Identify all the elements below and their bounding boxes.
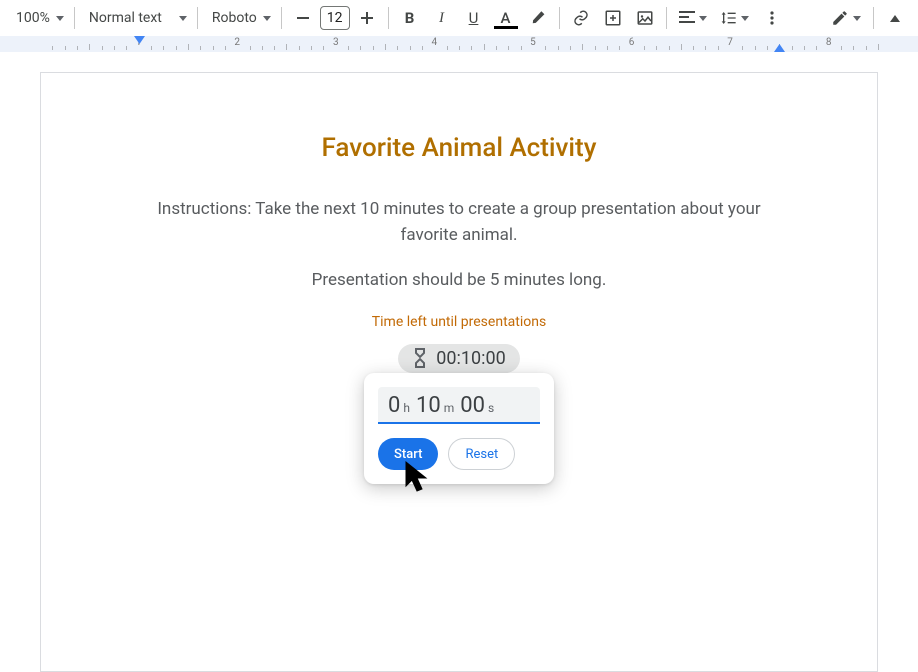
timer-chip-time: 00:10:00: [436, 348, 505, 369]
timer-minutes: 10: [416, 393, 441, 418]
timer-buttons: Start Reset: [378, 438, 540, 470]
ruler-label: 2: [234, 37, 240, 48]
line-spacing-dropdown[interactable]: [715, 4, 755, 32]
chevron-down-icon: [179, 16, 187, 21]
ruler-label: 5: [530, 37, 536, 48]
timer-popover: 0h 10m 00s Start Reset: [364, 373, 554, 484]
bold-button[interactable]: B: [395, 4, 425, 32]
plus-icon: [361, 12, 373, 24]
timer-seconds: 00: [460, 393, 485, 418]
image-icon: [636, 9, 654, 27]
document-body-line-2[interactable]: Presentation should be 5 minutes long.: [111, 268, 807, 294]
link-icon: [572, 9, 590, 27]
text-color-button[interactable]: A: [491, 4, 521, 32]
start-button[interactable]: Start: [378, 438, 438, 470]
decrease-font-size-button[interactable]: [288, 4, 318, 32]
add-comment-button[interactable]: [598, 4, 628, 32]
document-title[interactable]: Favorite Animal Activity: [111, 133, 807, 163]
document-body-line-1[interactable]: Instructions: Take the next 10 minutes t…: [139, 197, 779, 248]
chevron-up-icon: [890, 15, 900, 22]
insert-link-button[interactable]: [566, 4, 596, 32]
editing-mode-dropdown[interactable]: [825, 4, 867, 32]
separator: [873, 7, 874, 29]
reset-button-label: Reset: [465, 447, 498, 462]
left-indent-marker[interactable]: [134, 36, 145, 44]
ruler-label: 8: [826, 37, 832, 48]
more-toolbar-button[interactable]: [757, 4, 787, 32]
seconds-unit: s: [488, 401, 494, 415]
start-button-label: Start: [394, 447, 422, 462]
align-left-icon: [679, 11, 695, 25]
separator: [559, 7, 560, 29]
document-subtitle[interactable]: Time left until presentations: [111, 314, 807, 330]
collapse-toolbar-button[interactable]: [880, 4, 910, 32]
ruler-label: 6: [629, 37, 635, 48]
hourglass-icon: [412, 348, 428, 368]
separator: [666, 7, 667, 29]
toolbar: 100% Normal text Roboto 12 B I U A: [0, 0, 918, 36]
font-dropdown[interactable]: Roboto: [204, 4, 275, 32]
comment-add-icon: [604, 9, 622, 27]
timer-chip[interactable]: 00:10:00: [398, 344, 519, 373]
italic-button[interactable]: I: [427, 4, 457, 32]
font-size-value: 12: [327, 10, 343, 26]
chevron-down-icon: [699, 16, 707, 21]
chevron-down-icon: [263, 16, 271, 21]
underline-button[interactable]: U: [459, 4, 489, 32]
separator: [197, 7, 198, 29]
chevron-down-icon: [853, 16, 861, 21]
zoom-value: 100%: [14, 10, 52, 26]
highlighter-icon: [529, 9, 547, 27]
chevron-down-icon: [741, 16, 749, 21]
separator: [281, 7, 282, 29]
increase-font-size-button[interactable]: [352, 4, 382, 32]
font-value: Roboto: [210, 10, 259, 26]
minus-icon: [297, 17, 309, 19]
paragraph-style-dropdown[interactable]: Normal text: [81, 4, 191, 32]
highlight-color-button[interactable]: [523, 4, 553, 32]
timer-hours: 0: [388, 393, 400, 418]
separator: [388, 7, 389, 29]
line-spacing-icon: [721, 10, 737, 26]
ruler-label: 7: [727, 37, 733, 48]
insert-image-button[interactable]: [630, 4, 660, 32]
zoom-dropdown[interactable]: 100%: [8, 4, 68, 32]
paragraph-style-value: Normal text: [87, 10, 164, 26]
chevron-down-icon: [56, 16, 64, 21]
reset-button[interactable]: Reset: [448, 438, 515, 470]
hours-unit: h: [403, 401, 410, 415]
timer-input[interactable]: 0h 10m 00s: [378, 387, 540, 424]
ruler-label: 4: [432, 37, 438, 48]
align-dropdown[interactable]: [673, 4, 713, 32]
right-indent-marker[interactable]: [774, 44, 785, 52]
minutes-unit: m: [444, 401, 455, 415]
pencil-icon: [831, 9, 849, 27]
separator: [74, 7, 75, 29]
ruler-label: 3: [333, 37, 339, 48]
document-page[interactable]: Favorite Animal Activity Instructions: T…: [40, 72, 878, 672]
more-vertical-icon: [765, 11, 779, 25]
font-size-input[interactable]: 12: [320, 6, 350, 30]
ruler[interactable]: 12345678: [0, 36, 918, 52]
document-viewport: Favorite Animal Activity Instructions: T…: [0, 52, 918, 558]
